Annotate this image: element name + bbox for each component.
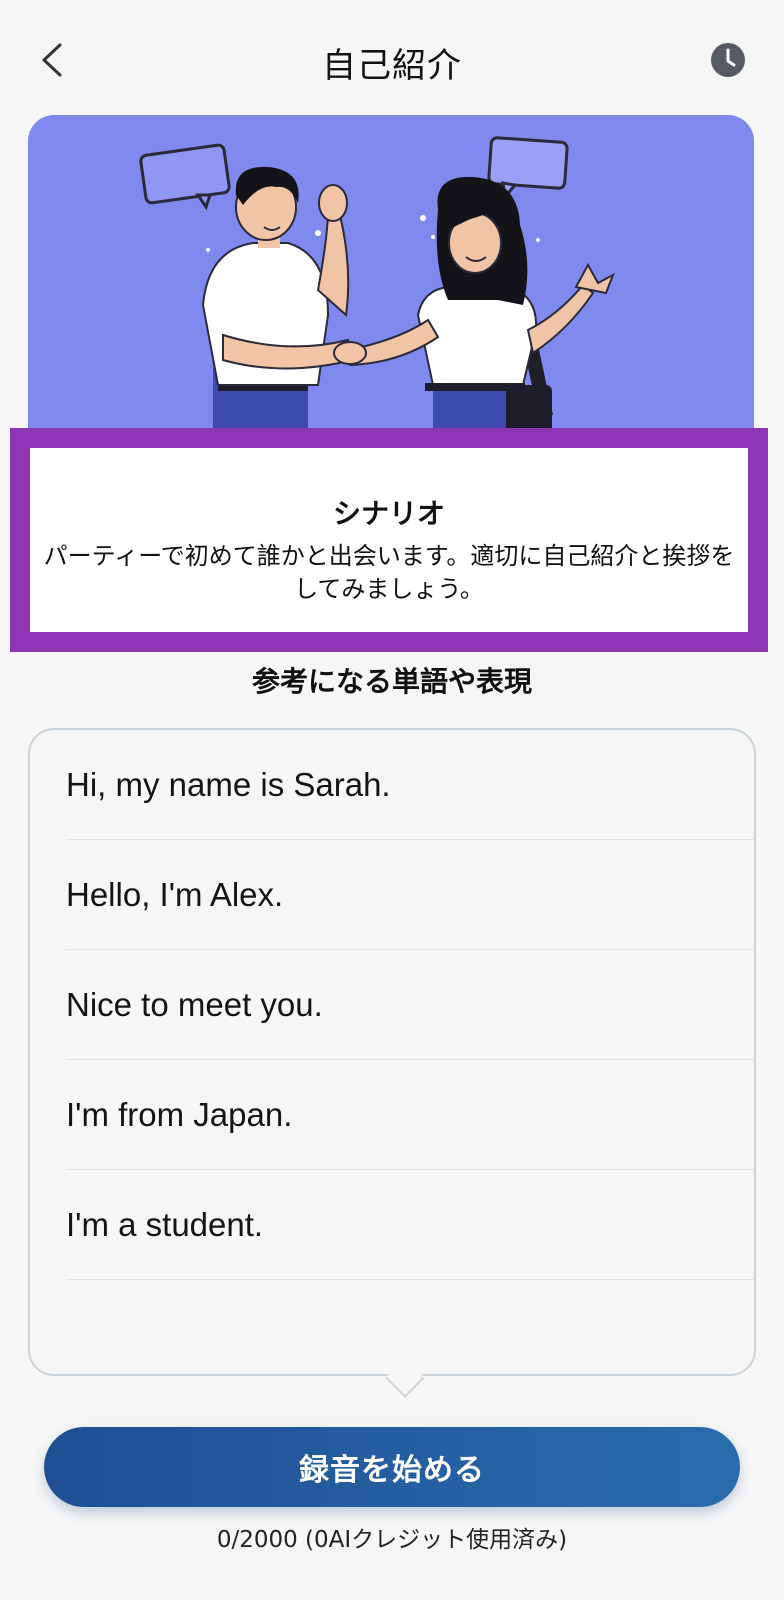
phrase-item[interactable]: I'm from Japan. — [66, 1060, 754, 1170]
top-bar: 自己紹介 — [0, 0, 784, 120]
start-recording-button[interactable]: 録音を始める — [44, 1427, 740, 1507]
phrases-panel: Hi, my name is Sarah. Hello, I'm Alex. N… — [28, 728, 756, 1398]
clock-icon — [711, 43, 745, 77]
scenario-illustration — [28, 115, 754, 461]
phrase-list: Hi, my name is Sarah. Hello, I'm Alex. N… — [66, 730, 754, 1280]
scenario-title: シナリオ — [332, 497, 445, 530]
scenario-card: シナリオ パーティーで初めて誰かと出会います。適切に自己紹介と挨拶をしてみましょ… — [10, 428, 768, 652]
phrase-item[interactable]: Hello, I'm Alex. — [66, 840, 754, 950]
woman-figure — [346, 176, 615, 461]
page-title: 自己紹介 — [322, 46, 462, 86]
speech-bubble-left-icon — [139, 143, 231, 211]
man-figure — [201, 166, 355, 461]
panel-pointer — [385, 1358, 425, 1398]
phrase-item[interactable]: I'm a student. — [66, 1170, 754, 1280]
phrase-item[interactable]: Hi, my name is Sarah. — [66, 730, 754, 840]
two-people-handshake-illustration — [139, 136, 615, 461]
scenario-description: パーティーで初めて誰かと出会います。適切に自己紹介と挨拶をしてみましょう。 — [43, 542, 735, 603]
credits-usage: 0/2000 (0AIクレジット使用済み) — [216, 1527, 568, 1553]
history-button[interactable] — [710, 42, 746, 78]
phrase-item[interactable]: Nice to meet you. — [66, 950, 754, 1060]
phrases-heading: 参考になる単語や表現 — [251, 665, 532, 698]
